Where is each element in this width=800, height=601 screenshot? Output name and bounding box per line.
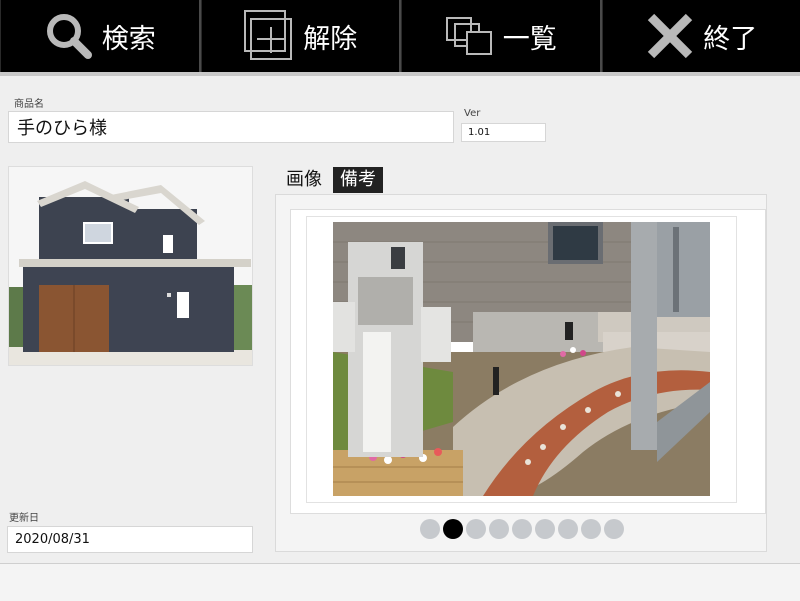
add-frame-icon bbox=[243, 9, 295, 63]
clear-label: 解除 bbox=[303, 17, 357, 56]
version-field[interactable]: 1.01 bbox=[461, 123, 546, 142]
search-button[interactable]: 検索 bbox=[0, 0, 201, 72]
carousel-dot[interactable] bbox=[581, 519, 601, 539]
tab-notes[interactable]: 備考 bbox=[333, 167, 383, 193]
carousel-dot[interactable] bbox=[535, 519, 555, 539]
updated-date-label: 更新日 bbox=[9, 509, 39, 524]
tab-image[interactable]: 画像 bbox=[279, 167, 329, 193]
main-photo[interactable] bbox=[333, 222, 710, 496]
product-thumbnail[interactable] bbox=[8, 166, 253, 366]
updated-date-field[interactable]: 2020/08/31 bbox=[7, 526, 253, 553]
carousel-pagination bbox=[420, 519, 624, 539]
product-name-label: 商品名 bbox=[14, 95, 44, 110]
carousel-dot[interactable] bbox=[512, 519, 532, 539]
list-button[interactable]: 一覧 bbox=[401, 0, 602, 72]
list-label: 一覧 bbox=[503, 17, 557, 56]
toolbar-divider bbox=[0, 72, 800, 76]
detail-tabs: 画像 備考 bbox=[279, 167, 383, 193]
footer-bar bbox=[0, 563, 800, 601]
search-label: 検索 bbox=[102, 17, 156, 56]
list-icon bbox=[445, 14, 495, 58]
version-label: Ver bbox=[464, 108, 480, 119]
carousel-dot[interactable] bbox=[466, 519, 486, 539]
toolbar: 検索 解除 一覧 終了 bbox=[0, 0, 800, 72]
carousel-dot-active[interactable] bbox=[443, 519, 463, 539]
carousel-dot[interactable] bbox=[489, 519, 509, 539]
close-icon bbox=[645, 11, 695, 61]
carousel-dot[interactable] bbox=[420, 519, 440, 539]
exit-label: 終了 bbox=[703, 17, 757, 56]
product-name-field[interactable]: 手のひら様 bbox=[8, 111, 454, 143]
carousel-dot[interactable] bbox=[558, 519, 578, 539]
exit-button[interactable]: 終了 bbox=[602, 0, 800, 72]
search-icon bbox=[44, 11, 94, 61]
clear-button[interactable]: 解除 bbox=[201, 0, 402, 72]
carousel-dot[interactable] bbox=[604, 519, 624, 539]
